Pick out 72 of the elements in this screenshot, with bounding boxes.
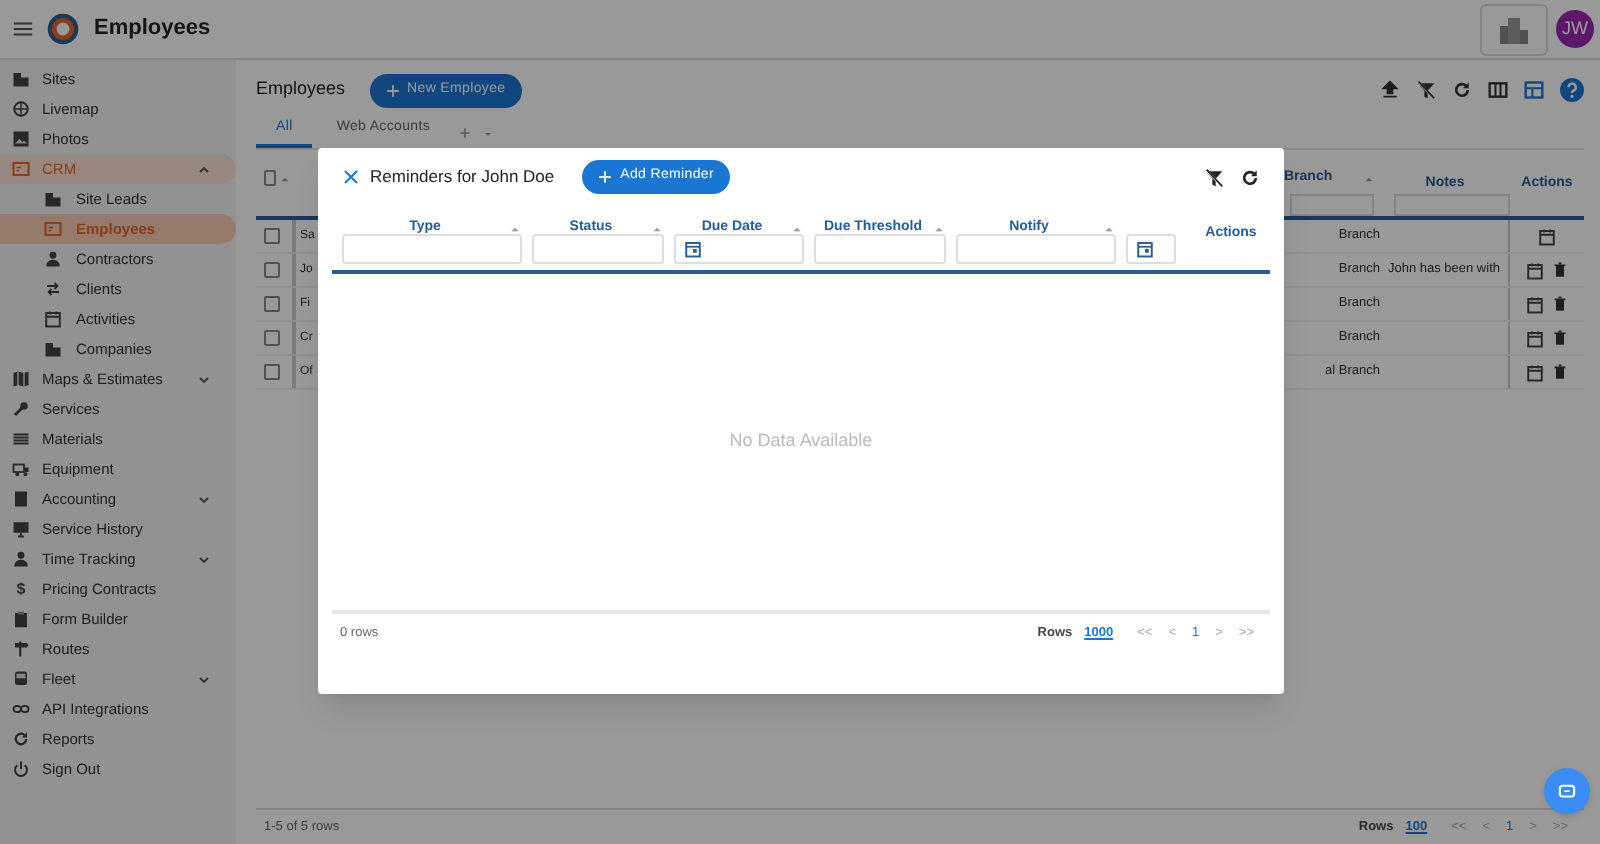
building-icon (44, 190, 62, 208)
refresh-icon (1452, 80, 1472, 100)
link-icon (12, 700, 30, 718)
upload-icon (1380, 80, 1400, 100)
refresh-icon (1240, 167, 1260, 187)
help-icon (1560, 78, 1584, 102)
empty-message: No Data Available (729, 428, 873, 455)
chevron-down-icon (196, 671, 212, 687)
filter-off-icon (1416, 80, 1436, 100)
wrench-icon (12, 400, 30, 418)
plus-icon (598, 170, 613, 184)
menu-icon (12, 18, 34, 40)
company-button[interactable] (1480, 3, 1548, 55)
filter-field[interactable] (342, 234, 522, 264)
building-icon (12, 70, 30, 88)
dollar-icon: $ (12, 577, 30, 601)
checkbox[interactable] (264, 296, 280, 312)
chevron-down-icon (196, 491, 212, 507)
card-icon (12, 160, 30, 178)
calendar-icon (684, 240, 702, 258)
plus-icon (458, 126, 473, 140)
checkbox[interactable] (264, 170, 276, 186)
checkbox[interactable] (264, 228, 280, 244)
columns-icon (1488, 80, 1508, 100)
checkbox[interactable] (264, 364, 280, 380)
close-icon (342, 168, 360, 186)
table-layout-icon (1524, 80, 1544, 100)
arrows-icon (44, 280, 62, 298)
filter-field[interactable] (956, 234, 1116, 264)
filter-off-icon (1204, 167, 1224, 187)
calendar-icon (1526, 329, 1544, 347)
person-icon (12, 550, 30, 568)
checkbox[interactable] (264, 330, 280, 346)
truck-icon (12, 460, 30, 478)
dialog-title: Reminders for John Doe (370, 164, 555, 190)
calendar-icon (1136, 240, 1154, 258)
date-filter-field[interactable] (674, 234, 804, 264)
building-icon (44, 340, 62, 358)
stack-icon (12, 430, 30, 448)
page-heading: Employees (256, 76, 346, 103)
user-avatar[interactable]: JW (1556, 10, 1594, 48)
map-icon (12, 370, 30, 388)
logo-icon (46, 12, 80, 46)
filter-field[interactable] (532, 234, 664, 264)
date-filter-field[interactable] (1126, 234, 1176, 264)
globe-icon (12, 100, 30, 118)
power-icon (12, 760, 30, 778)
monitor-icon (12, 520, 30, 538)
filter-field[interactable] (1394, 194, 1510, 216)
filter-field[interactable] (1290, 194, 1374, 216)
calendar-icon (1538, 227, 1556, 245)
caret-down-icon (482, 127, 495, 139)
image-icon (12, 130, 30, 148)
chevron-up-icon (196, 161, 212, 177)
buildings-icon (1498, 15, 1530, 43)
signpost-icon (12, 640, 30, 658)
chevron-down-icon (196, 371, 212, 387)
chevron-down-icon (196, 551, 212, 567)
close-button[interactable] (342, 168, 360, 186)
calendar-icon (1526, 261, 1544, 279)
clipboard-icon (12, 610, 30, 628)
chat-icon (1558, 783, 1576, 799)
refresh-icon (12, 730, 30, 748)
app-title: Employees (94, 14, 211, 45)
plus-icon (385, 83, 400, 97)
calendar-icon (1526, 295, 1544, 313)
calendar-icon (1526, 363, 1544, 381)
person-icon (44, 250, 62, 268)
calendar-icon (44, 310, 62, 328)
checkbox[interactable] (264, 262, 280, 278)
card-icon (44, 220, 62, 238)
filter-field[interactable] (814, 234, 946, 264)
